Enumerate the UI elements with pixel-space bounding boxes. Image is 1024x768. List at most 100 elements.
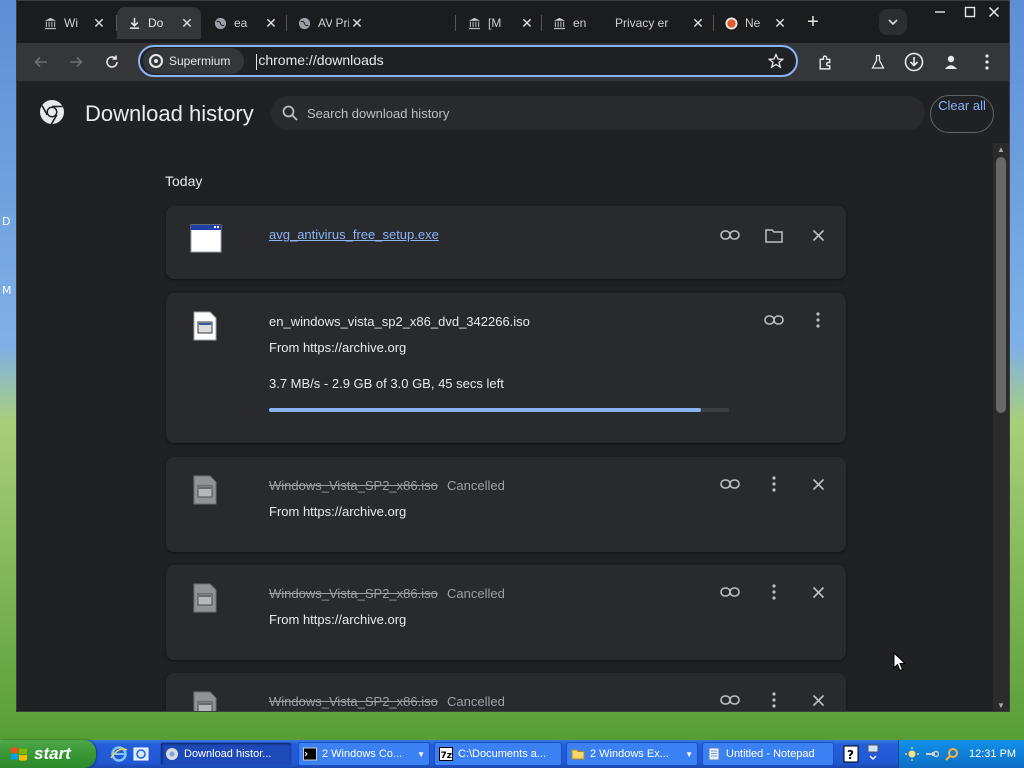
more-actions-icon[interactable] [806, 308, 830, 332]
mouse-cursor-icon [893, 652, 907, 672]
tab-archive[interactable]: [M ✕ [457, 7, 541, 39]
chip-label: Supermium [169, 54, 231, 68]
page-header: Download history Search download history… [17, 81, 1009, 143]
tab-new[interactable]: Ne ✕ [714, 7, 794, 39]
minimize-icon [935, 11, 945, 13]
more-actions-icon[interactable] [762, 688, 786, 711]
start-button[interactable]: start [0, 740, 96, 768]
close-icon[interactable]: ✕ [519, 15, 535, 31]
more-actions-icon[interactable] [762, 580, 786, 604]
svg-text:?: ? [847, 748, 854, 762]
download-filename[interactable]: en_windows_vista_sp2_x86_dvd_342266.iso [269, 314, 530, 329]
taskbar-clock: 12:31 PM [969, 748, 1017, 760]
network-key-icon[interactable] [925, 747, 939, 761]
iso-file-icon [193, 691, 217, 711]
tray-expand-icon[interactable] [866, 743, 880, 763]
site-info-chip[interactable]: Supermium [143, 48, 245, 74]
scroll-thumb[interactable] [996, 157, 1006, 413]
back-button[interactable] [29, 50, 53, 74]
exe-file-icon [190, 224, 222, 253]
cmd-icon [303, 747, 317, 761]
chrome-icon [166, 748, 178, 760]
taskbar-item-7zip[interactable]: 7z C:\Documents a... [434, 742, 562, 766]
remove-close-icon[interactable] [806, 688, 830, 711]
browser-window: Wi ✕ Do ✕ ea ✕ AV Privacy er ✕ [16, 0, 1010, 712]
tab-downloads[interactable]: Do ✕ [117, 7, 201, 39]
tab-en[interactable]: en Privacy er ✕ [542, 7, 712, 39]
copy-link-icon[interactable] [762, 308, 786, 332]
downloads-button[interactable] [902, 50, 926, 74]
tab-strip: Wi ✕ Do ✕ ea ✕ AV Privacy er ✕ [17, 1, 1009, 43]
scroll-up-arrow-icon[interactable]: ▲ [993, 143, 1009, 157]
tab-search-button[interactable] [879, 9, 907, 35]
museum-icon [467, 16, 481, 30]
download-source: From https://archive.org [269, 340, 407, 355]
close-icon[interactable]: ✕ [179, 15, 195, 31]
taskbar-item-notepad[interactable]: Untitled - Notepad [702, 742, 834, 766]
folder-icon [571, 749, 585, 760]
download-filename-link[interactable]: avg_antivirus_free_setup.exe [269, 227, 439, 242]
download-item: avg_antivirus_free_setup.exe [166, 206, 846, 279]
bookmark-star-icon[interactable] [764, 49, 788, 73]
tab-ea[interactable]: ea ✕ [203, 7, 285, 39]
close-window-button[interactable] [979, 1, 1009, 23]
internet-explorer-icon[interactable] [110, 745, 128, 763]
close-icon[interactable]: ✕ [263, 15, 279, 31]
remove-close-icon[interactable] [806, 223, 830, 247]
download-status: Cancelled [447, 694, 505, 709]
taskbar-item-explorer[interactable]: 2 Windows Ex... ▼ [566, 742, 698, 766]
search-magnifier-icon[interactable] [945, 747, 959, 761]
outlook-express-icon[interactable] [132, 745, 150, 763]
copy-link-icon[interactable] [718, 580, 742, 604]
taskbar-item-command-prompt[interactable]: 2 Windows Co... ▼ [298, 742, 430, 766]
tab-avg[interactable]: AV Privacy er ✕ [287, 7, 371, 39]
close-icon[interactable]: ✕ [91, 15, 107, 31]
globe-icon [213, 16, 227, 30]
downloads-list: Today avg_antivirus_free_setup.exe en_wi… [17, 143, 993, 711]
remove-close-icon[interactable] [806, 580, 830, 604]
windows-flag-icon [11, 747, 27, 761]
page-scrollbar[interactable]: ▲ ▼ [993, 143, 1009, 711]
address-bar[interactable]: Supermium chrome://downloads [138, 45, 798, 77]
download-item: Windows_Vista_SP2_x86.iso Cancelled [166, 673, 846, 711]
maximize-icon [964, 6, 976, 18]
brave-icon [724, 16, 738, 30]
group-arrow-icon: ▼ [417, 749, 425, 759]
download-filename[interactable]: Windows_Vista_SP2_x86.iso [269, 694, 438, 709]
globe-icon [297, 16, 311, 30]
copy-link-icon[interactable] [718, 472, 742, 496]
forward-button[interactable] [64, 50, 88, 74]
copy-link-icon[interactable] [718, 688, 742, 711]
menu-kebab-icon[interactable] [975, 50, 999, 74]
help-icon[interactable]: ? [843, 745, 859, 763]
clear-all-button[interactable]: Clear all [930, 95, 994, 133]
close-icon [988, 6, 1000, 18]
tab-extra-title: Privacy er [335, 16, 350, 30]
copy-link-icon[interactable] [718, 223, 742, 247]
tab-wikipedia[interactable]: Wi ✕ [33, 7, 113, 39]
tab-extra-title: Privacy er [615, 16, 669, 30]
scroll-down-arrow-icon[interactable]: ▼ [993, 699, 1009, 711]
download-filename[interactable]: Windows_Vista_SP2_x86.iso [269, 586, 438, 601]
profile-avatar-icon[interactable] [939, 50, 963, 74]
close-icon[interactable]: ✕ [772, 15, 788, 31]
labs-flask-icon[interactable] [866, 50, 890, 74]
extensions-icon[interactable] [813, 50, 837, 74]
show-in-folder-icon[interactable] [762, 223, 786, 247]
search-input[interactable]: Search download history [271, 96, 925, 130]
remove-close-icon[interactable] [806, 472, 830, 496]
new-tab-button[interactable]: + [802, 11, 824, 33]
minimize-button[interactable] [925, 1, 955, 23]
reload-icon [106, 55, 118, 68]
download-filename[interactable]: Windows_Vista_SP2_x86.iso [269, 478, 438, 493]
close-icon[interactable]: ✕ [690, 15, 706, 31]
reload-button[interactable] [100, 50, 124, 74]
download-item: Windows_Vista_SP2_x86.iso Cancelled From… [166, 565, 846, 660]
url-text[interactable]: chrome://downloads [256, 52, 764, 70]
more-actions-icon[interactable] [762, 472, 786, 496]
browser-toolbar: Supermium chrome://downloads [17, 43, 1009, 81]
taskbar-item-downloads[interactable]: Download histor... [160, 742, 292, 766]
close-icon[interactable]: ✕ [349, 15, 365, 31]
iso-file-icon [193, 583, 217, 613]
sun-icon[interactable] [905, 747, 919, 761]
